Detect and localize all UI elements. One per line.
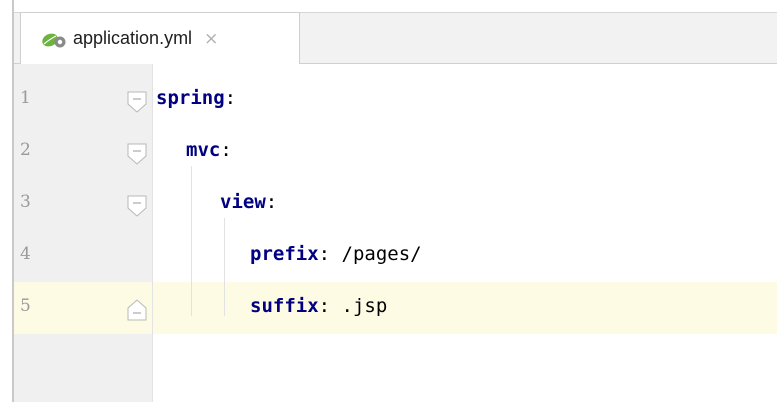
yaml-colon: : xyxy=(220,139,232,161)
code-text: view: xyxy=(220,191,277,213)
spring-yaml-file-icon xyxy=(41,30,69,48)
tab-filename: application.yml xyxy=(73,28,193,48)
yaml-key: suffix xyxy=(250,295,319,317)
gutter-cell: 2 xyxy=(14,126,152,178)
code-text: suffix: .jsp xyxy=(250,295,387,317)
tab-application-yml[interactable]: application.yml × xyxy=(20,12,300,64)
close-tab-icon[interactable]: × xyxy=(204,29,218,49)
yaml-colon: : xyxy=(318,295,331,317)
fold-end-icon[interactable] xyxy=(127,299,147,321)
yaml-key: spring xyxy=(156,87,225,109)
gutter-cell: 5 xyxy=(14,282,152,334)
indent-guide xyxy=(191,166,192,316)
yaml-colon: : xyxy=(318,243,331,265)
gutter-cell: 4 xyxy=(14,230,152,282)
gutter-separator xyxy=(152,64,153,402)
code-line-5[interactable]: 5 suffix: .jsp xyxy=(14,282,777,334)
line-number: 1 xyxy=(20,88,31,108)
code-text: spring: xyxy=(156,87,236,109)
yaml-value: .jsp xyxy=(330,295,388,317)
gutter-cell: 1 xyxy=(14,74,152,126)
yaml-value: /pages/ xyxy=(330,243,422,265)
indent-guide xyxy=(224,218,225,316)
gutter-cell: 3 xyxy=(14,178,152,230)
yaml-key: view xyxy=(220,191,266,213)
fold-open-icon[interactable] xyxy=(127,143,147,165)
yaml-colon: : xyxy=(265,191,278,213)
fold-open-icon[interactable] xyxy=(127,195,147,217)
line-number: 4 xyxy=(20,244,31,264)
yaml-key: mvc xyxy=(186,139,221,161)
yaml-key: prefix xyxy=(250,243,319,265)
code-line-2[interactable]: 2 mvc: xyxy=(14,126,777,178)
code-line-1[interactable]: 1 spring: xyxy=(14,74,777,126)
code-text: mvc: xyxy=(186,139,232,161)
code-text: prefix: /pages/ xyxy=(250,243,422,265)
editor-tab-bar: application.yml × xyxy=(14,12,777,64)
code-editor[interactable]: 1 spring: 2 mvc: 3 view: 4 prefix: /page… xyxy=(14,64,777,402)
line-number: 5 xyxy=(20,296,31,316)
line-number: 2 xyxy=(20,140,31,160)
code-line-3[interactable]: 3 view: xyxy=(14,178,777,230)
fold-open-icon[interactable] xyxy=(127,91,147,113)
yaml-colon: : xyxy=(224,87,237,109)
editor-window: application.yml × 1 spring: 2 mvc: 3 vie… xyxy=(12,0,777,402)
line-number: 3 xyxy=(20,192,31,212)
code-line-4[interactable]: 4 prefix: /pages/ xyxy=(14,230,777,282)
